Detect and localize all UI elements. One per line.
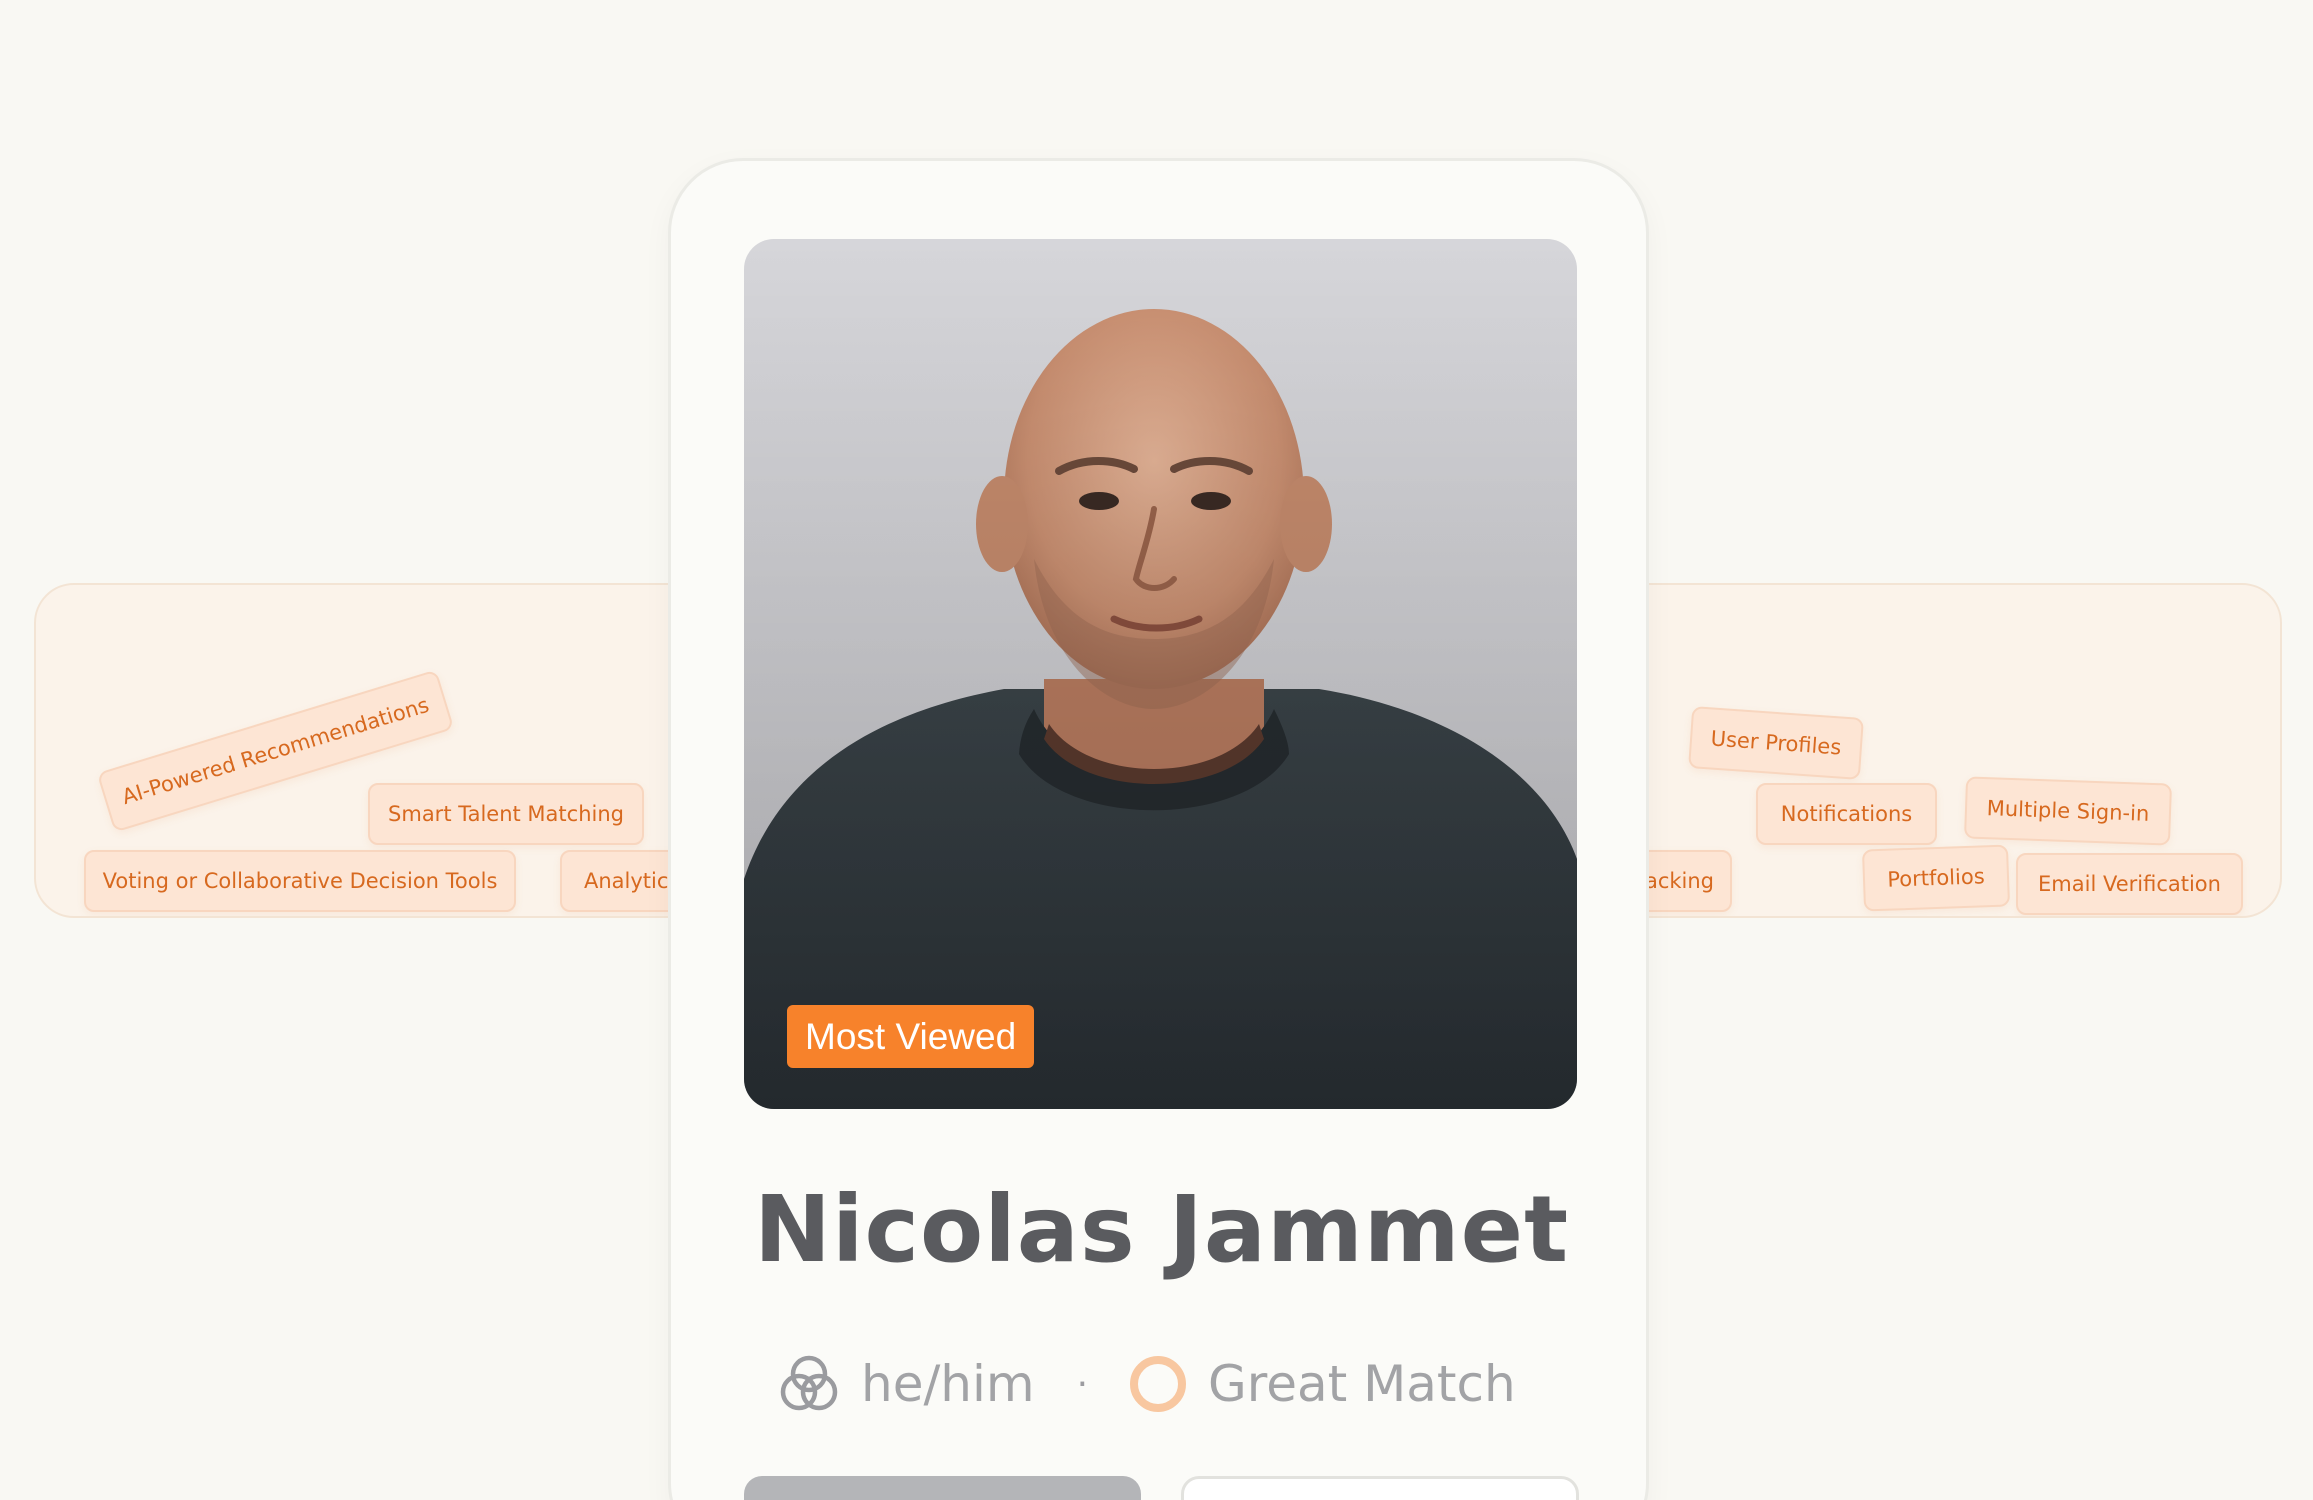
portrait-illustration [744, 239, 1577, 1109]
feature-band-right: s User Profiles Notifications Multiple S… [1600, 583, 2282, 918]
overlapping-circles-icon [780, 1355, 838, 1411]
profile-meta: he/him · Great Match [773, 1344, 1516, 1424]
tag-notifications: Notifications [1756, 783, 1937, 845]
feature-band-left: AI-Powered Recommendations Smart Talent … [34, 583, 734, 918]
pronouns-text: he/him [861, 1355, 1035, 1413]
tag-voting-collaborative-decision-tools: Voting or Collaborative Decision Tools [84, 850, 516, 912]
profile-name: Nicolas Jammet [753, 1176, 1570, 1283]
most-viewed-badge: Most Viewed [787, 1005, 1035, 1068]
secondary-action-button[interactable] [1181, 1476, 1579, 1500]
profile-card[interactable]: Most Viewed Nicolas Jammet he/him · Grea… [668, 158, 1649, 1500]
meta-separator: · [1076, 1363, 1089, 1405]
tag-smart-talent-matching: Smart Talent Matching [368, 783, 644, 845]
primary-action-button[interactable] [744, 1476, 1141, 1500]
tag-multiple-sign-in: Multiple Sign-in [1963, 776, 2173, 846]
profile-photo: Most Viewed [744, 239, 1577, 1109]
stage: AI-Powered Recommendations Smart Talent … [0, 0, 2313, 1500]
tag-user-profiles: User Profiles [1688, 706, 1864, 780]
ring-icon [1130, 1356, 1187, 1412]
tag-portfolios: Portfolios [1861, 844, 2011, 912]
tag-email-verification: Email Verification [2016, 853, 2243, 915]
match-text: Great Match [1208, 1355, 1516, 1413]
